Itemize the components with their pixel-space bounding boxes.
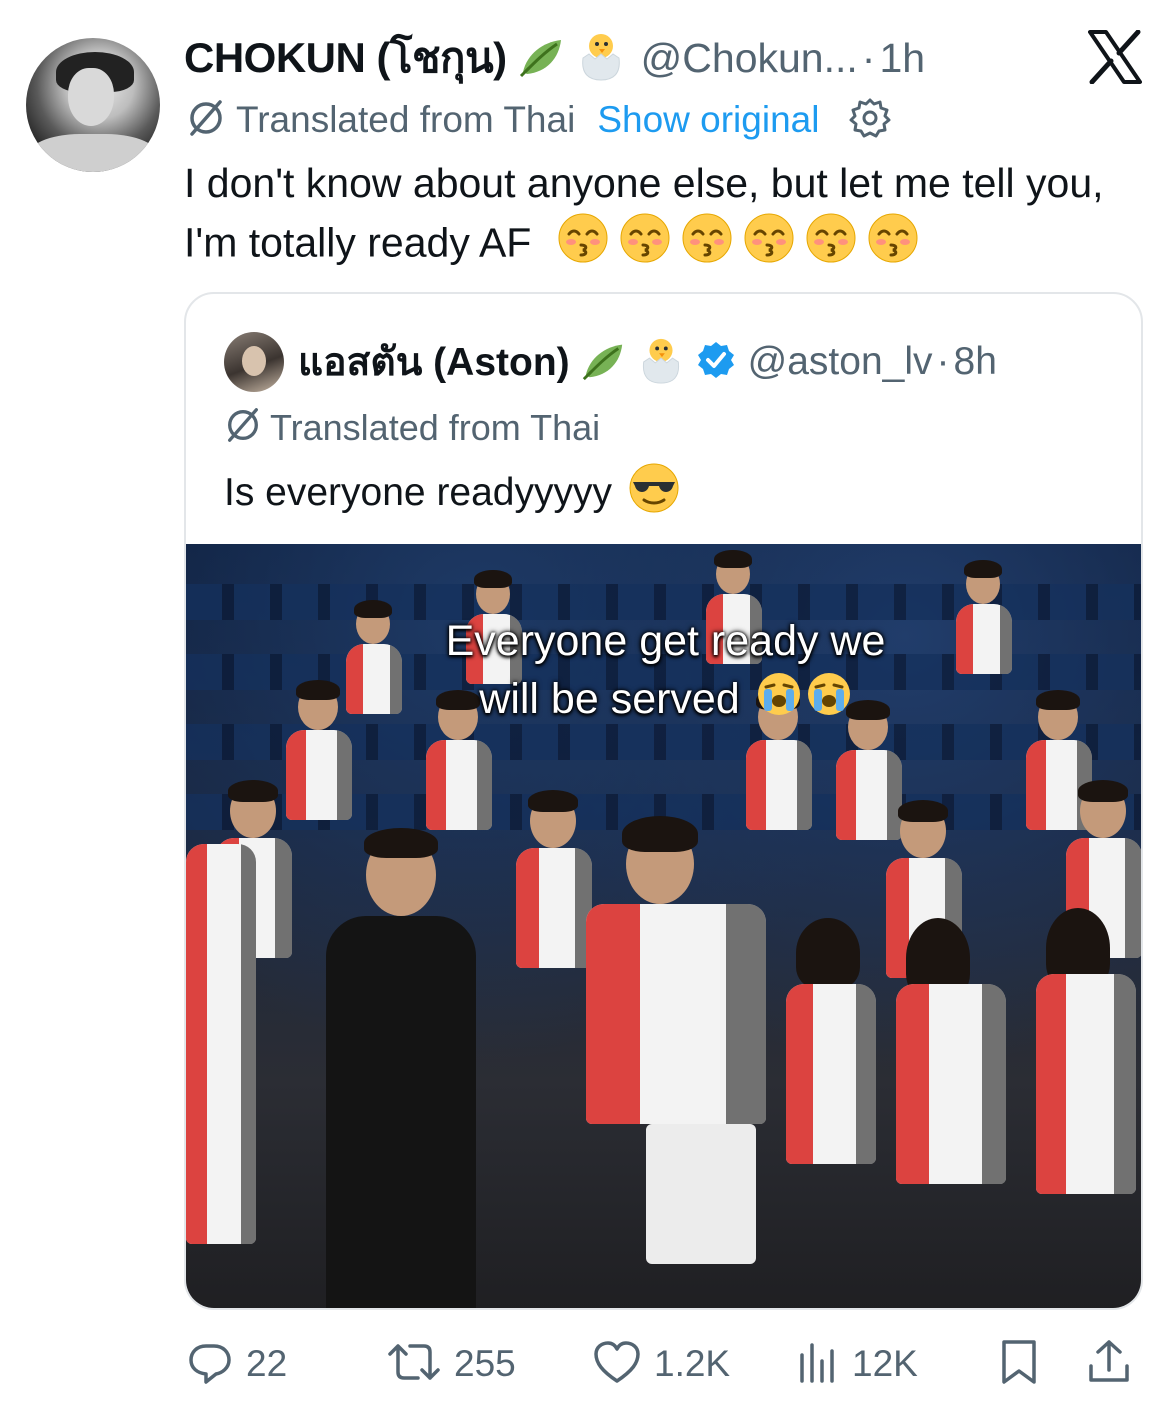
repost-button[interactable]: 255 <box>386 1336 516 1392</box>
hatching-chick-emoji-icon <box>575 30 627 87</box>
quote-body: Is everyone readyyyyy <box>224 462 680 524</box>
quote-time[interactable]: 8h <box>954 340 997 384</box>
bookmark-icon <box>998 1338 1040 1391</box>
translate-icon <box>186 98 226 143</box>
heart-icon <box>592 1339 642 1390</box>
quoted-tweet[interactable]: แอสตัน (Aston) @aston_lv · 8h Translated… <box>184 292 1143 1310</box>
crying-emoji-icon <box>806 671 852 732</box>
action-bar: 22 255 1.2K 12K <box>186 1336 1136 1392</box>
views-icon <box>796 1339 840 1390</box>
sunglasses-emoji-icon <box>628 462 680 524</box>
separator-dot: · <box>861 34 876 81</box>
share-icon <box>1086 1338 1132 1391</box>
kissing-face-emoji-icon <box>867 212 919 279</box>
media-caption-line-2: will be served <box>479 675 740 723</box>
x-logo-icon[interactable] <box>1088 29 1142 85</box>
share-button[interactable] <box>1086 1336 1132 1392</box>
tweet-header: CHOKUN (โชกุน) @Chokun... · 1h <box>184 30 925 86</box>
tweet-time[interactable]: 1h <box>879 35 925 82</box>
kissing-emoji-group <box>543 213 919 265</box>
kissing-face-emoji-icon <box>619 212 671 279</box>
reply-icon <box>186 1338 234 1391</box>
reply-button[interactable]: 22 <box>186 1336 287 1392</box>
views-count: 12K <box>852 1343 918 1384</box>
media-caption-line-1: Everyone get ready we <box>445 617 886 665</box>
leaf-emoji-icon <box>517 32 565 85</box>
kissing-face-emoji-icon <box>805 212 857 279</box>
quote-translated-label: Translated from Thai <box>270 406 601 448</box>
kissing-face-emoji-icon <box>681 212 733 279</box>
media-caption-line-2-wrap: will be served <box>186 670 1141 732</box>
repost-count: 255 <box>454 1343 516 1384</box>
quote-translation-row: Translated from Thai <box>224 406 600 449</box>
author-avatar[interactable] <box>26 38 160 172</box>
quote-text: Is everyone readyyyyy <box>224 471 613 514</box>
like-count: 1.2K <box>654 1343 731 1384</box>
author-name[interactable]: CHOKUN (โชกุน) <box>184 25 507 91</box>
leaf-emoji-icon <box>580 337 626 388</box>
tweet-body: I don't know about anyone else, but let … <box>184 154 1124 279</box>
translation-row: Translated from Thai Show original <box>186 96 891 144</box>
repost-icon <box>386 1338 442 1391</box>
quote-media-image[interactable]: Everyone get ready we will be served <box>186 544 1141 1308</box>
gear-icon[interactable] <box>849 97 891 144</box>
quote-author-avatar[interactable] <box>224 332 284 392</box>
bookmark-button[interactable] <box>998 1336 1040 1392</box>
quote-author-handle[interactable]: @aston_lv <box>748 340 933 384</box>
reply-count: 22 <box>246 1343 288 1384</box>
like-button[interactable]: 1.2K <box>592 1336 730 1392</box>
translate-icon <box>224 406 262 449</box>
views-button[interactable]: 12K <box>796 1336 918 1392</box>
hatching-chick-emoji-icon <box>636 335 686 390</box>
quote-header: แอสตัน (Aston) @aston_lv · 8h <box>298 334 997 390</box>
quote-author-name[interactable]: แอสตัน (Aston) <box>298 331 570 393</box>
translated-label: Translated from Thai <box>236 99 576 140</box>
kissing-face-emoji-icon <box>743 212 795 279</box>
separator-dot: · <box>936 340 950 383</box>
kissing-face-emoji-icon <box>557 212 609 279</box>
author-handle[interactable]: @Chokun... <box>641 35 858 82</box>
verified-badge-icon <box>696 340 736 385</box>
media-caption: Everyone get ready we will be served <box>186 612 1141 732</box>
crying-emoji-icon <box>756 671 802 732</box>
show-original-link[interactable]: Show original <box>597 99 819 141</box>
